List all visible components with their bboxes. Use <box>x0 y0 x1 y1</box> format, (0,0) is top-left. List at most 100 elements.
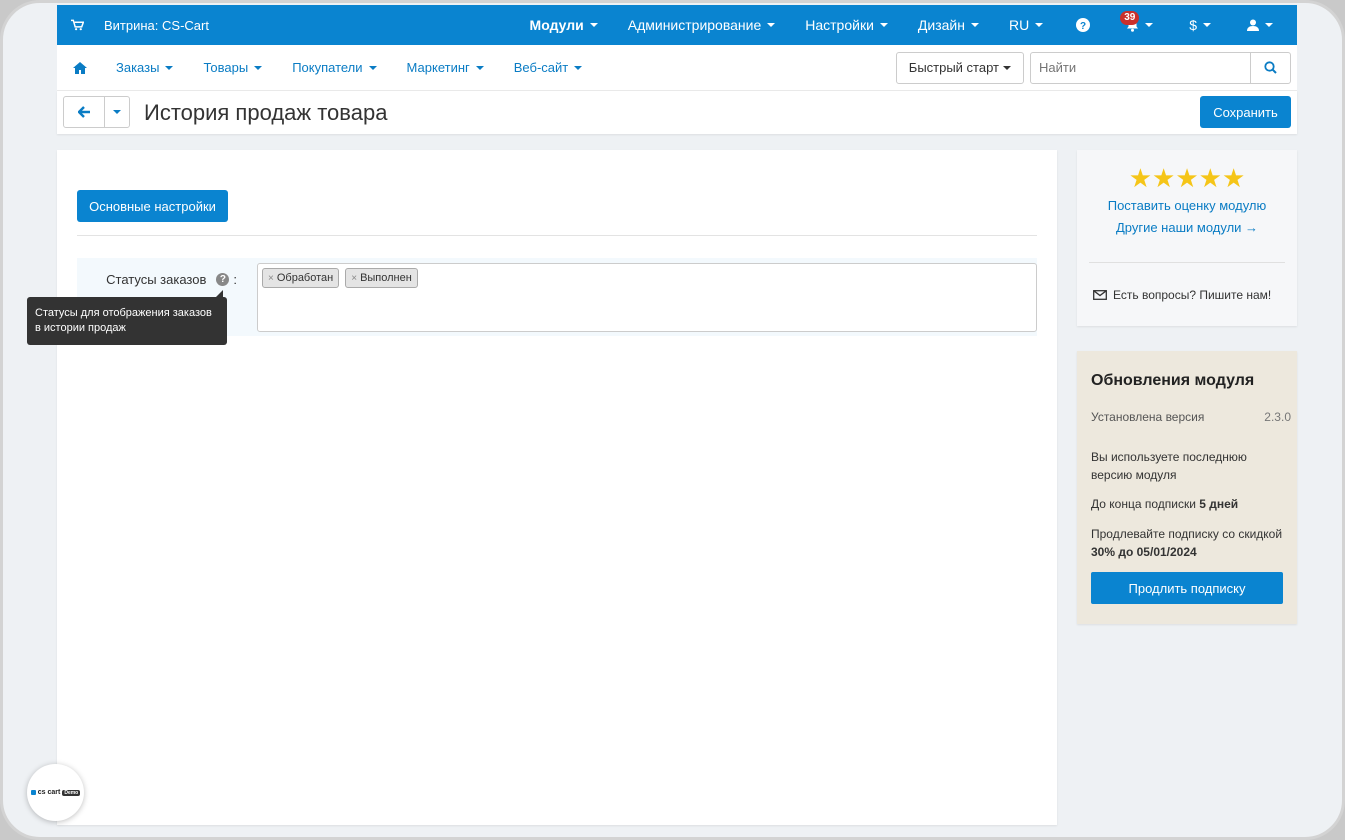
renew-promo: Продлевайте подписку со скидкой 30% до 0… <box>1091 525 1283 561</box>
installed-version-label: Установлена версия <box>1091 410 1205 424</box>
cart-icon <box>71 19 84 31</box>
chevron-down-icon <box>368 65 377 70</box>
secondary-navbar: Заказы Товары Покупатели Маркетинг Веб-с… <box>57 45 1297 91</box>
menu-settings-label: Настройки <box>805 17 874 33</box>
remove-tag-icon[interactable]: × <box>268 273 274 284</box>
menu-administration-label: Администрирование <box>627 17 762 33</box>
chevron-down-icon <box>879 23 888 27</box>
updates-title: Обновления модуля <box>1091 372 1255 389</box>
cart-logo-icon <box>30 790 36 795</box>
back-button[interactable] <box>64 97 104 127</box>
nav-marketing-label: Маркетинг <box>406 60 470 75</box>
app-frame: Витрина: CS-Cart Модули Администрировани… <box>0 0 1345 840</box>
nav-website[interactable]: Веб-сайт <box>499 60 597 75</box>
divider <box>1089 262 1285 263</box>
renew-promo-text: Продлевайте подписку со скидкой <box>1091 527 1283 541</box>
nav-orders-label: Заказы <box>116 60 160 75</box>
nav-marketing[interactable]: Маркетинг <box>392 60 499 75</box>
module-updates-card: Обновления модуля Установлена версия 2.3… <box>1077 351 1297 624</box>
rating-card: ★★★★★ Поставить оценку модулю Другие наш… <box>1077 150 1297 326</box>
home-link[interactable] <box>71 61 101 74</box>
back-dropdown-button[interactable] <box>104 97 129 127</box>
storefront-label: Витрина: CS-Cart <box>104 17 209 33</box>
menu-modules-label: Модули <box>529 17 584 33</box>
subscription-end-label: До конца подписки <box>1091 497 1200 511</box>
installed-version-value: 2.3.0 <box>1264 410 1291 424</box>
label-colon: : <box>233 272 237 287</box>
notifications-badge: 39 <box>1120 11 1140 25</box>
chevron-down-icon <box>589 23 598 27</box>
help-icon[interactable]: ? <box>216 273 230 286</box>
chevron-down-icon <box>165 65 174 70</box>
nav-products-label: Товары <box>203 60 249 75</box>
user-menu[interactable] <box>1229 5 1297 45</box>
top-navbar: Витрина: CS-Cart Модули Администрировани… <box>57 5 1297 45</box>
home-icon <box>73 61 87 74</box>
menu-settings[interactable]: Настройки <box>790 5 903 45</box>
status-tag-processed: × Обработан <box>262 268 340 288</box>
chevron-down-icon <box>1265 23 1273 27</box>
envelope-icon <box>1093 290 1107 300</box>
search-icon <box>1264 61 1277 74</box>
question-circle-icon: ? <box>1076 18 1091 32</box>
nav-orders[interactable]: Заказы <box>101 60 188 75</box>
divider <box>77 235 1037 236</box>
save-button[interactable]: Сохранить <box>1200 96 1291 128</box>
chevron-down-icon <box>475 65 484 70</box>
currency-selector[interactable]: $ <box>1171 5 1229 45</box>
svg-text:?: ? <box>1080 21 1086 32</box>
order-statuses-select[interactable]: × Обработан × Выполнен <box>257 263 1037 332</box>
logo-text: cs cart <box>37 789 61 796</box>
nav-products[interactable]: Товары <box>188 60 277 75</box>
page-header: История продаж товара Сохранить <box>57 91 1297 134</box>
nav-website-label: Веб-сайт <box>513 60 569 75</box>
status-tag-completed: × Выполнен <box>345 268 418 288</box>
order-statuses-label: Статусы заказов <box>106 272 207 287</box>
installed-version-row: Установлена версия 2.3.0 <box>1091 410 1291 424</box>
subscription-end: До конца подписки 5 дней <box>1091 495 1283 513</box>
menu-language[interactable]: RU <box>994 5 1058 45</box>
chevron-down-icon <box>1145 23 1154 27</box>
main-panel: Основные настройки Статусы заказов ? : ×… <box>57 150 1057 825</box>
renew-subscription-button[interactable]: Продлить подписку <box>1091 572 1283 604</box>
menu-administration[interactable]: Администрирование <box>613 5 791 45</box>
help-button[interactable]: ? <box>1058 5 1108 45</box>
search-button[interactable] <box>1250 52 1290 83</box>
quick-start-label: Быстрый старт <box>908 60 999 75</box>
help-tooltip: Статусы для отображения заказов в истори… <box>27 290 227 345</box>
user-icon <box>1247 19 1259 31</box>
chevron-down-icon <box>1035 23 1044 27</box>
search-input[interactable] <box>1031 52 1250 83</box>
remove-tag-icon[interactable]: × <box>351 273 357 284</box>
latest-version-note: Вы используете последнюю версию модуля <box>1091 450 1247 482</box>
notifications-button[interactable]: 39 <box>1108 5 1171 45</box>
menu-modules[interactable]: Модули <box>515 5 613 45</box>
chevron-down-icon <box>254 65 263 70</box>
nav-customers[interactable]: Покупатели <box>277 60 391 75</box>
chevron-down-icon <box>767 23 776 27</box>
chevron-down-icon <box>574 65 583 70</box>
logo-pill: Demo <box>62 789 81 796</box>
nav-customers-label: Покупатели <box>292 60 363 75</box>
chevron-down-icon <box>970 23 979 27</box>
menu-design[interactable]: Дизайн <box>903 5 994 45</box>
tab-general-settings[interactable]: Основные настройки <box>77 190 228 222</box>
chevron-down-icon <box>1003 65 1011 70</box>
status-tag-label: Обработан <box>276 272 334 284</box>
menu-language-label: RU <box>1008 17 1030 33</box>
chevron-down-icon <box>1203 23 1211 27</box>
other-modules-link[interactable]: Другие наши модули → <box>1077 220 1297 235</box>
quick-start-button[interactable]: Быстрый старт <box>895 51 1024 84</box>
rate-module-link[interactable]: Поставить оценку модулю <box>1077 198 1297 213</box>
subscription-end-value: 5 дней <box>1199 497 1239 511</box>
storefront-selector[interactable]: Витрина: CS-Cart <box>57 18 209 33</box>
order-statuses-label-group: Статусы заказов ? : <box>106 272 237 287</box>
menu-design-label: Дизайн <box>917 17 965 33</box>
rating-stars[interactable]: ★★★★★ <box>1077 164 1297 192</box>
back-button-group <box>63 96 130 128</box>
chevron-down-icon <box>113 110 121 114</box>
contact-link[interactable]: Есть вопросы? Пишите нам! <box>1093 288 1271 302</box>
cs-cart-logo[interactable]: cs cart Demo <box>27 764 84 821</box>
search-box <box>1030 51 1291 84</box>
status-tag-label: Выполнен <box>360 272 412 284</box>
